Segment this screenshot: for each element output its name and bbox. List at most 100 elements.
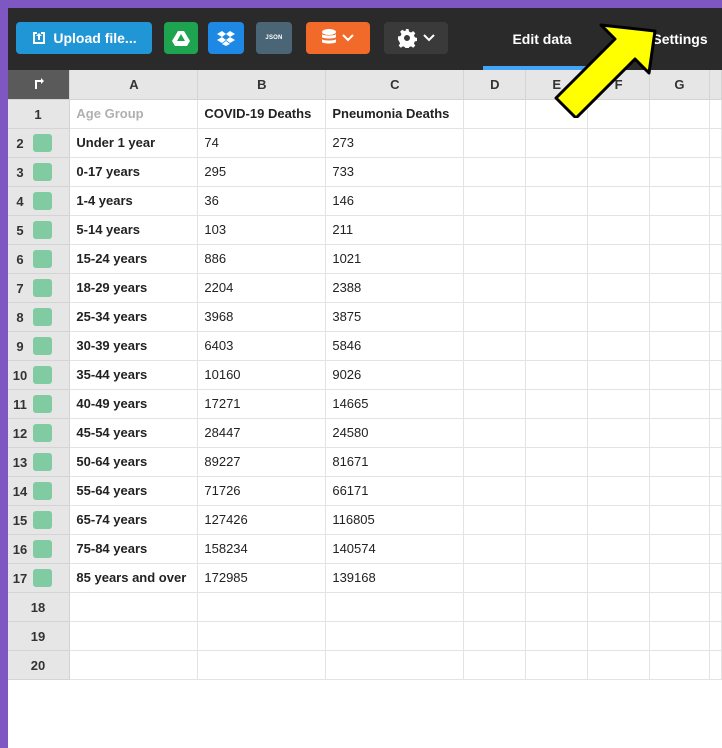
cell-b[interactable]: 886 bbox=[197, 244, 327, 274]
cell-b[interactable]: 10160 bbox=[197, 360, 327, 390]
row-number[interactable]: 3 bbox=[8, 157, 71, 187]
empty-cell[interactable] bbox=[525, 592, 589, 622]
row-number[interactable]: 1 bbox=[8, 99, 71, 129]
cell-b[interactable]: COVID-19 Deaths bbox=[197, 99, 327, 129]
empty-cell[interactable] bbox=[587, 215, 651, 245]
empty-cell[interactable] bbox=[649, 650, 710, 680]
empty-cell[interactable] bbox=[649, 215, 710, 245]
cell-c[interactable]: 3875 bbox=[325, 302, 465, 332]
empty-cell[interactable] bbox=[587, 244, 651, 274]
cell-c[interactable]: 116805 bbox=[325, 505, 465, 535]
empty-cell[interactable] bbox=[649, 418, 710, 448]
cell-b[interactable]: 172985 bbox=[197, 563, 327, 593]
empty-cell[interactable] bbox=[463, 186, 527, 216]
empty-cell[interactable] bbox=[649, 244, 710, 274]
empty-cell[interactable] bbox=[587, 621, 651, 651]
empty-cell[interactable] bbox=[463, 244, 527, 274]
empty-cell[interactable] bbox=[525, 244, 589, 274]
empty-cell[interactable] bbox=[709, 505, 722, 535]
empty-cell[interactable] bbox=[649, 157, 710, 187]
empty-cell[interactable] bbox=[463, 331, 527, 361]
row-color-swatch[interactable] bbox=[33, 365, 52, 384]
empty-cell[interactable] bbox=[525, 273, 589, 303]
empty-cell[interactable] bbox=[709, 534, 722, 564]
empty-cell[interactable] bbox=[709, 273, 722, 303]
empty-cell[interactable] bbox=[587, 447, 651, 477]
empty-cell[interactable] bbox=[525, 476, 589, 506]
row-number[interactable]: 16 bbox=[8, 534, 71, 564]
empty-cell[interactable] bbox=[463, 302, 527, 332]
cell-a[interactable]: 5-14 years bbox=[69, 215, 199, 245]
empty-cell[interactable] bbox=[649, 273, 710, 303]
row-number[interactable]: 14 bbox=[8, 476, 71, 506]
empty-cell[interactable] bbox=[709, 331, 722, 361]
row-number[interactable]: 20 bbox=[8, 650, 71, 680]
empty-cell[interactable] bbox=[463, 157, 527, 187]
row-number[interactable]: 4 bbox=[8, 186, 71, 216]
empty-cell[interactable] bbox=[463, 215, 527, 245]
cell-a[interactable]: 75-84 years bbox=[69, 534, 199, 564]
cell-a[interactable]: Age Group bbox=[69, 99, 199, 129]
column-header-d[interactable]: D bbox=[463, 70, 527, 100]
empty-cell[interactable] bbox=[709, 592, 722, 622]
row-number[interactable]: 15 bbox=[8, 505, 71, 535]
empty-cell[interactable] bbox=[649, 360, 710, 390]
empty-cell[interactable] bbox=[709, 447, 722, 477]
empty-cell[interactable] bbox=[525, 650, 589, 680]
cell-c[interactable]: 1021 bbox=[325, 244, 465, 274]
empty-cell[interactable] bbox=[587, 331, 651, 361]
cell-a[interactable]: 0-17 years bbox=[69, 157, 199, 187]
cell-b[interactable]: 17271 bbox=[197, 389, 327, 419]
empty-cell[interactable] bbox=[709, 389, 722, 419]
row-number[interactable]: 6 bbox=[8, 244, 71, 274]
row-number[interactable]: 8 bbox=[8, 302, 71, 332]
empty-cell[interactable] bbox=[587, 128, 651, 158]
empty-cell[interactable] bbox=[709, 650, 722, 680]
cell-b[interactable]: 2204 bbox=[197, 273, 327, 303]
cell-b[interactable]: 89227 bbox=[197, 447, 327, 477]
row-number[interactable]: 5 bbox=[8, 215, 71, 245]
empty-cell[interactable] bbox=[709, 302, 722, 332]
column-header-b[interactable]: B bbox=[197, 70, 327, 100]
empty-cell[interactable] bbox=[525, 128, 589, 158]
column-header-c[interactable]: C bbox=[325, 70, 465, 100]
empty-cell[interactable] bbox=[525, 186, 589, 216]
cell-a[interactable]: 45-54 years bbox=[69, 418, 199, 448]
empty-cell[interactable] bbox=[525, 360, 589, 390]
column-header-a[interactable]: A bbox=[69, 70, 199, 100]
empty-cell[interactable] bbox=[463, 621, 527, 651]
cell-c[interactable]: 66171 bbox=[325, 476, 465, 506]
cell-c[interactable] bbox=[325, 592, 465, 622]
row-color-swatch[interactable] bbox=[33, 162, 52, 181]
empty-cell[interactable] bbox=[525, 302, 589, 332]
cell-c[interactable]: 2388 bbox=[325, 273, 465, 303]
empty-cell[interactable] bbox=[463, 418, 527, 448]
row-number[interactable]: 9 bbox=[8, 331, 71, 361]
empty-cell[interactable] bbox=[463, 389, 527, 419]
cell-c[interactable]: 733 bbox=[325, 157, 465, 187]
empty-cell[interactable] bbox=[649, 128, 710, 158]
empty-cell[interactable] bbox=[525, 418, 589, 448]
empty-cell[interactable] bbox=[525, 447, 589, 477]
cell-c[interactable]: 140574 bbox=[325, 534, 465, 564]
empty-cell[interactable] bbox=[587, 592, 651, 622]
cell-c[interactable]: 24580 bbox=[325, 418, 465, 448]
column-header-g[interactable]: G bbox=[649, 70, 710, 100]
empty-cell[interactable] bbox=[525, 389, 589, 419]
empty-cell[interactable] bbox=[709, 128, 722, 158]
row-number[interactable]: 19 bbox=[8, 621, 71, 651]
row-color-swatch[interactable] bbox=[33, 307, 52, 326]
row-number[interactable]: 11 bbox=[8, 389, 71, 419]
cell-b[interactable]: 36 bbox=[197, 186, 327, 216]
empty-cell[interactable] bbox=[463, 447, 527, 477]
cell-b[interactable]: 71726 bbox=[197, 476, 327, 506]
row-color-swatch[interactable] bbox=[33, 481, 52, 500]
empty-cell[interactable] bbox=[587, 563, 651, 593]
row-color-swatch[interactable] bbox=[33, 336, 52, 355]
row-color-swatch[interactable] bbox=[33, 220, 52, 239]
empty-cell[interactable] bbox=[587, 534, 651, 564]
cell-c[interactable]: 139168 bbox=[325, 563, 465, 593]
empty-cell[interactable] bbox=[463, 505, 527, 535]
empty-cell[interactable] bbox=[463, 273, 527, 303]
row-number[interactable]: 12 bbox=[8, 418, 71, 448]
